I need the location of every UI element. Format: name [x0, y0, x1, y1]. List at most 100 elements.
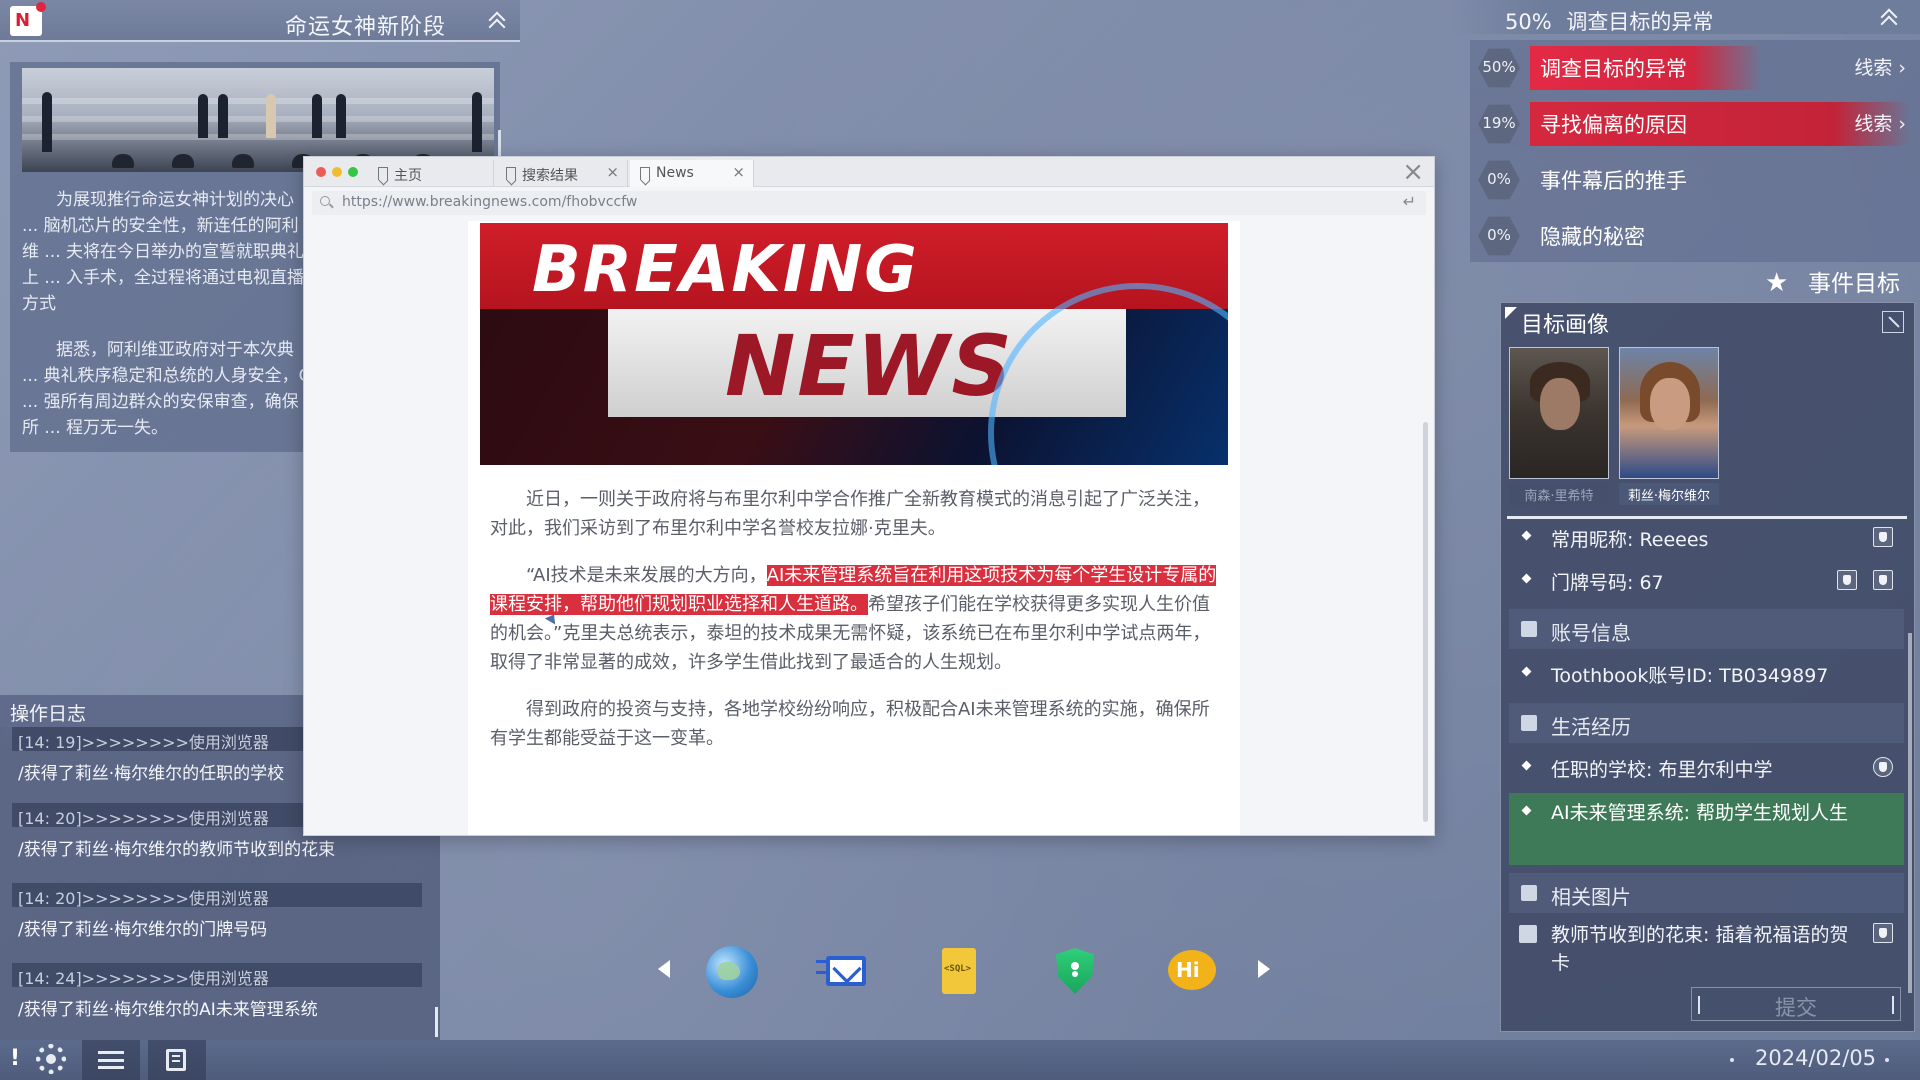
- avatar[interactable]: [1509, 347, 1609, 479]
- bullet-icon: [1521, 760, 1532, 771]
- info-ai-system-text: AI未来管理系统: 帮助学生规划人生: [1551, 802, 1849, 824]
- quest-progress-hex: 50%: [1478, 48, 1520, 88]
- quest-percent: 0%: [1487, 226, 1511, 244]
- left-paragraph-2: 据悉，阿利维亚政府对于本次典 ... 典礼秩序稳定和总统的人身安全，C ... …: [22, 340, 311, 438]
- info-nickname-text: 常用昵称: Reeees: [1551, 529, 1709, 551]
- info-nickname: 常用昵称: Reeees: [1509, 525, 1904, 555]
- section-images: 相关图片: [1509, 873, 1904, 913]
- quest-clue-link[interactable]: 线索 ›: [1854, 109, 1906, 136]
- left-paragraph-1: 为展现推行命运女神计划的决心 ... 脑机芯片的安全性，新连任的阿利维 ... …: [22, 190, 305, 314]
- current-objective: 50% 调查目标的异常: [1505, 6, 1713, 36]
- log-entry: [14: 20]>>>>>>>>使用浏览器 /获得了莉丝·梅尔维尔的门牌号码: [12, 883, 422, 940]
- quest-clue-label: 线索: [1854, 113, 1893, 135]
- section-title: 相关图片: [1551, 885, 1631, 909]
- news-page: BREAKING NEWS 近日，一则关于政府将与布里尔利中学合作推广全新教育模…: [468, 221, 1240, 835]
- quest-item[interactable]: 50% 调查目标的异常 线索 ›: [1470, 42, 1920, 94]
- gear-icon[interactable]: [36, 1044, 66, 1074]
- notes-icon: [166, 1049, 186, 1071]
- document-icon[interactable]: [1837, 570, 1857, 590]
- section-title: 账号信息: [1551, 621, 1631, 645]
- dock-prev-icon[interactable]: [658, 960, 670, 978]
- info-school: 任职的学校: 布里尔利中学: [1509, 755, 1904, 785]
- image-icon: [1521, 885, 1537, 901]
- globe-icon[interactable]: [1873, 757, 1893, 777]
- mail-icon[interactable]: [816, 946, 868, 998]
- quest-item[interactable]: 19% 寻找偏离的原因 线索 ›: [1470, 98, 1920, 150]
- quest-progress-hex: 0%: [1478, 160, 1520, 200]
- date-dot: [1730, 1058, 1734, 1062]
- tab-news[interactable]: News ×: [630, 160, 754, 187]
- search-icon: [320, 196, 330, 206]
- date-dot: [1885, 1058, 1889, 1062]
- notes-button[interactable]: [148, 1040, 206, 1080]
- address-bar[interactable]: https://www.breakingnews.com/fhobvccfw ↵: [312, 191, 1426, 215]
- tab-bar: 主页 搜索结果 × News × ×: [304, 157, 1434, 187]
- alert-icon[interactable]: !: [10, 1046, 20, 1071]
- image-view-icon[interactable]: [1873, 923, 1893, 943]
- article-paragraph-3: 得到政府的投资与支持，各地学校纷纷响应，积极配合AI未来管理系统的实施，确保所有…: [490, 699, 1210, 749]
- close-window-icon[interactable]: ×: [1402, 157, 1424, 187]
- profile-scrollbar[interactable]: [1908, 633, 1912, 993]
- quest-progress-hex: 19%: [1478, 104, 1520, 144]
- expand-icon[interactable]: [1882, 311, 1904, 333]
- info-school-text: 任职的学校: 布里尔利中学: [1551, 759, 1773, 781]
- quest-percent: 0%: [1487, 170, 1511, 188]
- info-door: 门牌号码: 67: [1509, 568, 1904, 598]
- left-article-text: 为展现推行命运女神计划的决心 ... 脑机芯片的安全性，新连任的阿利维 ... …: [22, 187, 312, 461]
- top-bar: N 命运女神新阶段 50% 调查目标的异常: [0, 0, 1920, 42]
- article-p2-before: “AI技术是未来发展的大方向，: [526, 565, 767, 586]
- breaking-news-banner: BREAKING NEWS: [480, 223, 1228, 465]
- profile-title: 目标画像: [1521, 313, 1610, 338]
- log-entry: [14: 24]>>>>>>>>使用浏览器 /获得了莉丝·梅尔维尔的AI未来管理…: [12, 963, 422, 1020]
- close-dot-icon[interactable]: [316, 167, 326, 177]
- bookmark-icon: [640, 167, 650, 180]
- section-account: 账号信息: [1509, 609, 1904, 649]
- objective-label: 调查目标的异常: [1566, 10, 1714, 34]
- shield-icon[interactable]: [1873, 570, 1893, 590]
- quest-panel: 50% 调查目标的异常 线索 › 19% 寻找偏离的原因 线索 › 0% 事件幕…: [1470, 40, 1920, 262]
- collapse-quests-icon[interactable]: [1880, 8, 1898, 26]
- close-tab-icon[interactable]: ×: [732, 163, 745, 181]
- shield-icon[interactable]: [1873, 527, 1893, 547]
- profile-divider: [1507, 516, 1907, 519]
- info-flowers: 教师节收到的花束: 插着祝福语的贺卡: [1509, 921, 1904, 981]
- maximize-dot-icon[interactable]: [348, 167, 358, 177]
- news-app-icon[interactable]: N: [10, 2, 46, 36]
- info-flowers-text: 教师节收到的花束: 插着祝福语的贺卡: [1551, 924, 1849, 974]
- submit-button[interactable]: 提交: [1691, 987, 1901, 1021]
- info-ai-system[interactable]: AI未来管理系统: 帮助学生规划人生: [1509, 793, 1904, 865]
- news-article: 近日，一则关于政府将与布里尔利中学合作推广全新教育模式的消息引起了广泛关注，对此…: [490, 485, 1220, 771]
- article-paragraph-2: “AI技术是未来发展的大方向，AI未来管理系统旨在利用这项技术为每个学生设计专属…: [490, 561, 1220, 677]
- task-list-button[interactable]: [82, 1040, 140, 1080]
- info-door-text: 门牌号码: 67: [1551, 572, 1664, 594]
- dock-next-icon[interactable]: [1258, 960, 1270, 978]
- sql-file-icon[interactable]: <SQL>: [932, 946, 984, 998]
- browser-scrollbar[interactable]: [1423, 422, 1428, 822]
- collapse-icon[interactable]: [488, 11, 506, 29]
- quest-label: 调查目标的异常: [1540, 57, 1687, 81]
- edit-icon: [1521, 621, 1537, 637]
- log-entry-head: [14: 24]>>>>>>>>使用浏览器: [12, 963, 422, 988]
- quest-clue-link[interactable]: 线索 ›: [1854, 53, 1906, 80]
- avatar-name: 南森·里希特: [1509, 483, 1609, 505]
- objective-percent: 50%: [1505, 10, 1552, 34]
- quest-item[interactable]: 0% 隐藏的秘密: [1470, 210, 1920, 262]
- quest-item[interactable]: 0% 事件幕后的推手: [1470, 154, 1920, 206]
- log-entry-head: [14: 20]>>>>>>>>使用浏览器: [12, 883, 422, 908]
- avatar[interactable]: [1619, 347, 1719, 479]
- star-icon: ★: [1765, 268, 1789, 298]
- minimize-dot-icon[interactable]: [332, 167, 342, 177]
- tab-search-results[interactable]: 搜索结果 ×: [496, 160, 628, 187]
- operation-log-scrollbar[interactable]: [435, 1007, 438, 1037]
- image-icon: [1519, 925, 1537, 943]
- browser-globe-icon[interactable]: [706, 946, 758, 998]
- top-bar-left: N 命运女神新阶段: [0, 0, 520, 42]
- hi-chat-icon[interactable]: Hi: [1164, 946, 1216, 998]
- security-shield-icon[interactable]: [1048, 946, 1100, 998]
- enter-icon[interactable]: ↵: [1403, 192, 1416, 211]
- close-tab-icon[interactable]: ×: [606, 163, 619, 181]
- app-dock: <SQL> Hi: [650, 940, 1270, 1000]
- info-account-id-text: Toothbook账号ID: TB0349897: [1551, 665, 1829, 687]
- quest-progress-hex: 0%: [1478, 216, 1520, 256]
- tab-home[interactable]: 主页: [368, 160, 494, 187]
